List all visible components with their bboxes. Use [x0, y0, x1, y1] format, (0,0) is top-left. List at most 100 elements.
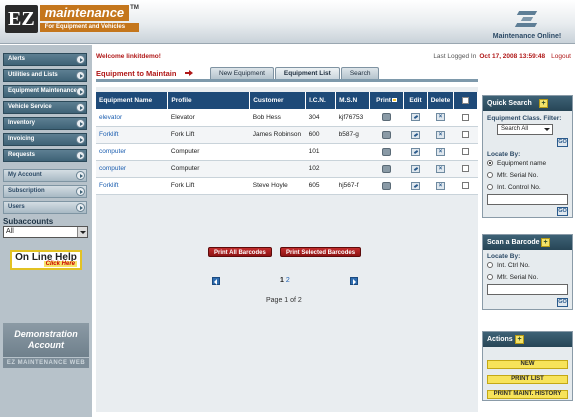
page-title: Equipment to Maintain [96, 69, 177, 78]
equipment-name-link[interactable]: Forklift [96, 177, 168, 195]
radio-scan-mfr-serial[interactable]: Mfr. Serial No. [487, 274, 538, 281]
equipment-name-link[interactable]: computer [96, 143, 168, 161]
print-selected-barcodes-button[interactable]: Print Selected Barcodes [280, 247, 362, 257]
profile-cell: Fork Lift [167, 126, 250, 144]
radio-int-ctrl[interactable]: Int. Ctrl No. [487, 262, 530, 269]
sidebar-item-label: Vehicle Service [8, 104, 52, 110]
edit-icon[interactable] [411, 181, 421, 190]
online-help-button[interactable]: On Line Help Click Here [10, 250, 82, 270]
class-filter-select[interactable]: Search All [497, 124, 553, 135]
tab-new-equipment[interactable]: New Equipment [210, 67, 274, 79]
edit-icon[interactable] [411, 147, 421, 156]
row-checkbox[interactable] [461, 181, 469, 189]
edit-icon[interactable] [411, 130, 421, 139]
equipment-name-link[interactable]: Forklift [96, 126, 168, 144]
sidebar-item-utilities[interactable]: Utilities and Lists [3, 69, 87, 82]
quick-search-go-button[interactable]: GO [557, 207, 568, 216]
delete-icon[interactable]: × [435, 164, 445, 173]
radio-label: Int. Control No. [497, 184, 541, 191]
quick-search-input[interactable] [487, 194, 568, 205]
chevron-right-icon [76, 151, 85, 160]
radio-icon [487, 184, 493, 191]
delete-icon[interactable]: × [435, 130, 445, 139]
row-checkbox[interactable] [461, 164, 469, 172]
col-msn[interactable]: M.S.N [335, 92, 371, 109]
row-checkbox[interactable] [461, 130, 469, 138]
ez-maintenance-logo[interactable]: EZ maintenance TM For Equipment and Vehi… [5, 5, 139, 35]
scan-go-button[interactable]: GO [557, 298, 568, 307]
profile-cell: Fork Lift [167, 177, 250, 195]
locate-by-label: Locate By: [487, 151, 521, 158]
radio-label: Mfr. Serial No. [497, 274, 539, 281]
row-checkbox[interactable] [461, 147, 469, 155]
delete-icon[interactable]: × [435, 181, 445, 190]
expand-icon[interactable]: + [539, 99, 548, 108]
delete-icon[interactable]: × [435, 147, 445, 156]
welcome-message: Welcome linkitdemo! [96, 53, 161, 60]
print-icon[interactable] [382, 130, 392, 139]
chevron-right-icon [76, 119, 85, 128]
quick-search-panel: Quick Search + Equipment Class. Filter: … [482, 95, 573, 218]
equipment-list-panel: Equipment Name Profile Customer I.C.N. M… [96, 87, 479, 412]
edit-icon[interactable] [411, 164, 421, 173]
sidebar-item-users[interactable]: Users [3, 201, 87, 214]
class-filter-go-button[interactable]: GO [557, 138, 568, 147]
col-delete-label: Delete [430, 97, 451, 104]
page-numbers: 12 [280, 277, 290, 284]
print-icon[interactable] [382, 147, 392, 156]
app-header: EZ maintenance TM For Equipment and Vehi… [0, 0, 575, 44]
barcode-input[interactable] [487, 284, 568, 295]
icn-cell: 102 [305, 160, 336, 178]
sidebar-item-equipment-maintenance[interactable]: Equipment Maintenance [3, 85, 87, 98]
page-summary: Page 1 of 2 [266, 297, 302, 304]
sidebar-item-vehicle-service[interactable]: Vehicle Service [3, 101, 87, 114]
row-checkbox[interactable] [461, 113, 469, 121]
print-maint-history-button[interactable]: PRINT MAINT. HISTORY [487, 390, 568, 399]
expand-icon[interactable]: + [541, 238, 550, 247]
select-all-checkbox[interactable] [461, 96, 469, 104]
equipment-name-link[interactable]: elevator [96, 109, 168, 127]
sidebar-item-my-account[interactable]: My Account [3, 169, 87, 182]
radio-equipment-name[interactable]: Equipment name [487, 160, 546, 167]
page-2-link[interactable]: 2 [286, 277, 290, 284]
new-action-button[interactable]: NEW [487, 360, 568, 369]
print-icon[interactable] [382, 164, 392, 173]
class-filter-label: Equipment Class. Filter: [487, 115, 562, 122]
delete-icon[interactable]: × [435, 113, 445, 122]
sidebar-item-requests[interactable]: Requests [3, 149, 87, 162]
equipment-table: Equipment Name Profile Customer I.C.N. M… [96, 92, 479, 195]
col-icn[interactable]: I.C.N. [305, 92, 337, 109]
sidebar-item-alerts[interactable]: Alerts [3, 53, 87, 66]
subaccounts-select[interactable]: All [3, 226, 88, 238]
tab-search[interactable]: Search [340, 67, 380, 79]
print-icon[interactable] [382, 113, 392, 122]
sidebar-item-subscription[interactable]: Subscription [3, 185, 87, 198]
sidebar-item-invoicing[interactable]: Invoicing [3, 133, 87, 146]
equipment-name-link[interactable]: computer [96, 160, 168, 178]
subaccounts-label: Subaccounts [3, 217, 54, 226]
chevron-right-icon [76, 203, 85, 212]
first-page-icon[interactable] [212, 277, 220, 285]
logout-link[interactable]: Logout [551, 53, 571, 60]
demo-line-1: Demonstration [14, 329, 78, 339]
sidebar-item-label: Equipment Maintenance [8, 88, 78, 94]
tab-equipment-list[interactable]: Equipment List [274, 67, 340, 79]
radio-int-control[interactable]: Int. Control No. [487, 184, 541, 191]
print-list-button[interactable]: PRINT LIST [487, 375, 568, 384]
print-icon[interactable] [382, 181, 392, 190]
col-profile[interactable]: Profile [167, 92, 251, 109]
col-customer[interactable]: Customer [249, 92, 307, 109]
edit-icon[interactable] [411, 113, 421, 122]
print-all-barcodes-button[interactable]: Print All Barcodes [208, 247, 272, 257]
sidebar-item-inventory[interactable]: Inventory [3, 117, 87, 130]
logo-tm: TM [130, 5, 139, 11]
subaccounts-value: All [6, 228, 14, 235]
col-equipment-name[interactable]: Equipment Name [96, 92, 169, 109]
expand-icon[interactable]: + [515, 335, 524, 344]
chevron-right-icon [76, 103, 85, 112]
scan-barcode-panel: Scan a Barcode + Locate By: Int. Ctrl No… [482, 234, 573, 310]
radio-mfr-serial[interactable]: Mfr. Serial No. [487, 172, 538, 179]
last-page-icon[interactable] [350, 277, 358, 285]
class-filter-value: Search All [501, 126, 529, 132]
actions-panel: Actions + NEW PRINT LIST PRINT MAINT. HI… [482, 331, 573, 401]
